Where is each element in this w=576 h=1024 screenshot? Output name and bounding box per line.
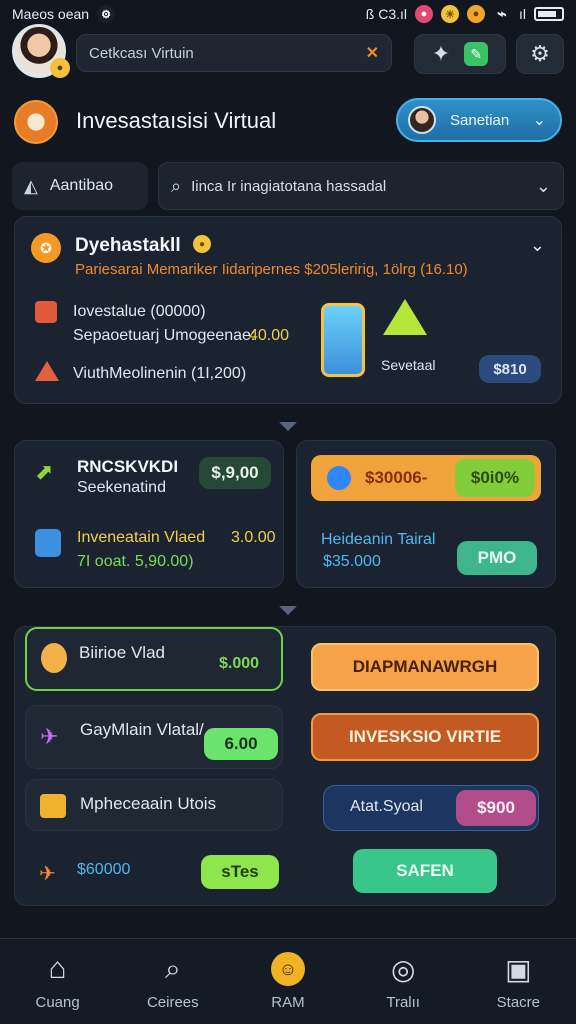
balance-value: $900	[456, 790, 536, 826]
section-divider-icon	[279, 606, 297, 615]
account-avatar-icon	[408, 106, 436, 134]
phone-icon	[321, 303, 365, 377]
overview-row-3: ViuthMeolinenin (1I,200)	[73, 365, 247, 382]
chart-icon: ◭	[24, 175, 38, 196]
right-card-1-label: Heideanin Tairal	[321, 531, 436, 548]
action-button-1[interactable]: DIAPMANAWRGH	[311, 643, 539, 691]
top-search-value: Cetkcası Virtuin	[89, 44, 194, 62]
app-header: Invesastaısisi Virtual Sanetian ⌄	[0, 96, 576, 146]
edit-icon[interactable]: ✎	[464, 42, 489, 66]
list-item-2[interactable]: ✈ GayMlain Vlatal/ 6.00	[25, 705, 283, 769]
filter-search-input[interactable]: ⌕ Iinca Ir inagiatotana hassadal ⌄	[158, 162, 564, 210]
search-icon: ⌕	[171, 175, 182, 196]
balance-box[interactable]: Atat.Syoal $900	[323, 785, 539, 831]
triangle-icon	[35, 361, 59, 381]
nav-ram-label: RAM	[271, 994, 305, 1011]
chevron-down-icon: ⌄	[532, 112, 546, 129]
chart-up-icon: ⬈	[35, 459, 54, 484]
section-divider-icon	[279, 422, 297, 431]
list-item-3[interactable]: Mpheceaain Utois	[25, 779, 283, 831]
list-item-2-value[interactable]: 6.00	[204, 728, 278, 760]
smile-icon: ☺	[270, 952, 305, 986]
toolbar-icon-group: ✦ ✎	[414, 34, 506, 74]
pmo-button[interactable]: PMO	[457, 541, 537, 575]
nav-home[interactable]: ⌂ Cuang	[13, 952, 103, 1011]
list-item-1-label: Biirioe Vlad	[79, 643, 165, 662]
list-item-1-value: $.000	[219, 655, 260, 672]
bag-icon: ▣	[505, 953, 532, 985]
nav-search-label: Ceirees	[146, 994, 199, 1011]
coin-badge-icon: ●	[50, 58, 70, 78]
settings-button[interactable]: ⚙	[516, 34, 564, 74]
rocket-icon: ✈	[40, 724, 59, 749]
nav-home-label: Cuang	[35, 994, 80, 1011]
nav-ram[interactable]: ☺ RAM	[243, 952, 333, 1011]
app-logo-icon	[14, 100, 58, 144]
list-item-3-label: Mpheceaain Utois	[80, 794, 217, 813]
chevron-down-icon[interactable]: ⌄	[536, 176, 551, 197]
left-card-1-row-value: 3.0.00	[231, 529, 276, 546]
filter-search-value: Iinca Ir inagiatotana hassadal	[191, 177, 387, 195]
actions-card: Biirioe Vlad $.000 ✈ GayMlain Vlatal/ 6.…	[14, 626, 556, 906]
rocket-orange-icon: ✈	[39, 863, 56, 885]
cube-icon	[35, 301, 57, 323]
app-title: Invesastaısisi Virtual	[76, 108, 277, 133]
briefcase-icon	[40, 794, 66, 818]
close-icon[interactable]: ✕	[366, 43, 379, 63]
nav-target-label: Tralıı	[386, 994, 420, 1011]
balance-label: Atat.Syoal	[350, 798, 423, 815]
overview-row-2-value: 40.00	[249, 327, 290, 344]
star-icon[interactable]: ✦	[432, 41, 450, 67]
filter-tab-label: Aantibao	[49, 177, 114, 194]
left-card-1-title: RNCSKVKDI	[77, 457, 179, 476]
person-icon	[41, 643, 67, 673]
settings-icon: ⚙	[530, 41, 550, 66]
list-item-4[interactable]: ✈ $60000 sTes	[25, 851, 283, 893]
filter-tab[interactable]: ◭ Aantibao	[12, 162, 148, 210]
document-icon	[35, 529, 61, 557]
coin-icon: ●	[193, 235, 211, 253]
overview-row-2-label: Sepaoetuarj Umogeenae:	[73, 327, 256, 344]
nav-store-label: Stacre	[496, 994, 541, 1011]
left-card-1-value[interactable]: $,9,00	[199, 457, 271, 489]
overview-side-label: Sevetaal	[381, 357, 436, 373]
overview-subtitle: Pariesarai Memariker Iidaripernes $205le…	[75, 261, 468, 278]
bottom-navigation: ⌂ Cuang ⌕ Ceirees ☺ RAM ◎ Tralıı ▣ Stacr…	[0, 938, 576, 1024]
chevron-down-icon[interactable]: ⌄	[530, 235, 545, 256]
overview-title: Dyehastakll	[75, 235, 181, 256]
left-card-1-subtitle: Seekenatind	[77, 479, 166, 496]
account-label: Sanetian	[450, 111, 510, 129]
overview-card: ✪ Dyehastakll ● ⌄ Pariesarai Memariker I…	[14, 216, 562, 404]
target-icon: ◎	[390, 953, 416, 985]
green-value-pill[interactable]: $0i0%	[455, 459, 535, 497]
badge-icon: ✪	[31, 233, 61, 263]
nav-target[interactable]: ◎ Tralıı	[358, 952, 448, 1012]
top-search-input[interactable]: Cetkcası Virtuin ✕	[76, 34, 392, 72]
nav-search[interactable]: ⌕ Ceirees	[128, 952, 218, 1012]
top-bar: ● Cetkcası Virtuin ✕ ✦ ✎ ⚙	[0, 18, 576, 88]
list-item-4-label: $60000	[77, 861, 131, 878]
right-card-1-value: $35.000	[323, 553, 381, 570]
gear-orange-icon	[327, 466, 351, 490]
overview-row-1: Iovestalue (00000)	[73, 303, 206, 320]
search-icon: ⌕	[164, 952, 181, 984]
save-button[interactable]: SAFEN	[353, 849, 497, 893]
left-card-1-row-label: Inveneatain Vlaed	[77, 529, 206, 546]
list-item-2-label: GayMlain Vlatal/	[80, 720, 204, 739]
nav-store[interactable]: ▣ Stacre	[473, 952, 563, 1012]
account-button[interactable]: Sanetian ⌄	[396, 98, 562, 142]
left-card-1-row-sub: 7I ooat. 5,90.00)	[77, 553, 194, 570]
overview-side-value[interactable]: $810	[479, 355, 541, 383]
filter-row: ◭ Aantibao ⌕ Iinca Ir inagiatotana hassa…	[12, 162, 564, 210]
list-item-1[interactable]: Biirioe Vlad $.000	[25, 627, 283, 691]
orange-value: $30006-	[365, 468, 428, 487]
up-arrow-icon	[383, 299, 427, 335]
left-card-1: ⬈ RNCSKVKDI Seekenatind $,9,00 Inveneata…	[14, 440, 284, 588]
action-button-2[interactable]: INVESKSIO VIRTIE	[311, 713, 539, 761]
right-card-1: $30006- $0i0% Heideanin Tairal $35.000 P…	[296, 440, 556, 588]
list-item-4-value[interactable]: sTes	[201, 855, 279, 889]
home-icon: ⌂	[48, 952, 67, 985]
